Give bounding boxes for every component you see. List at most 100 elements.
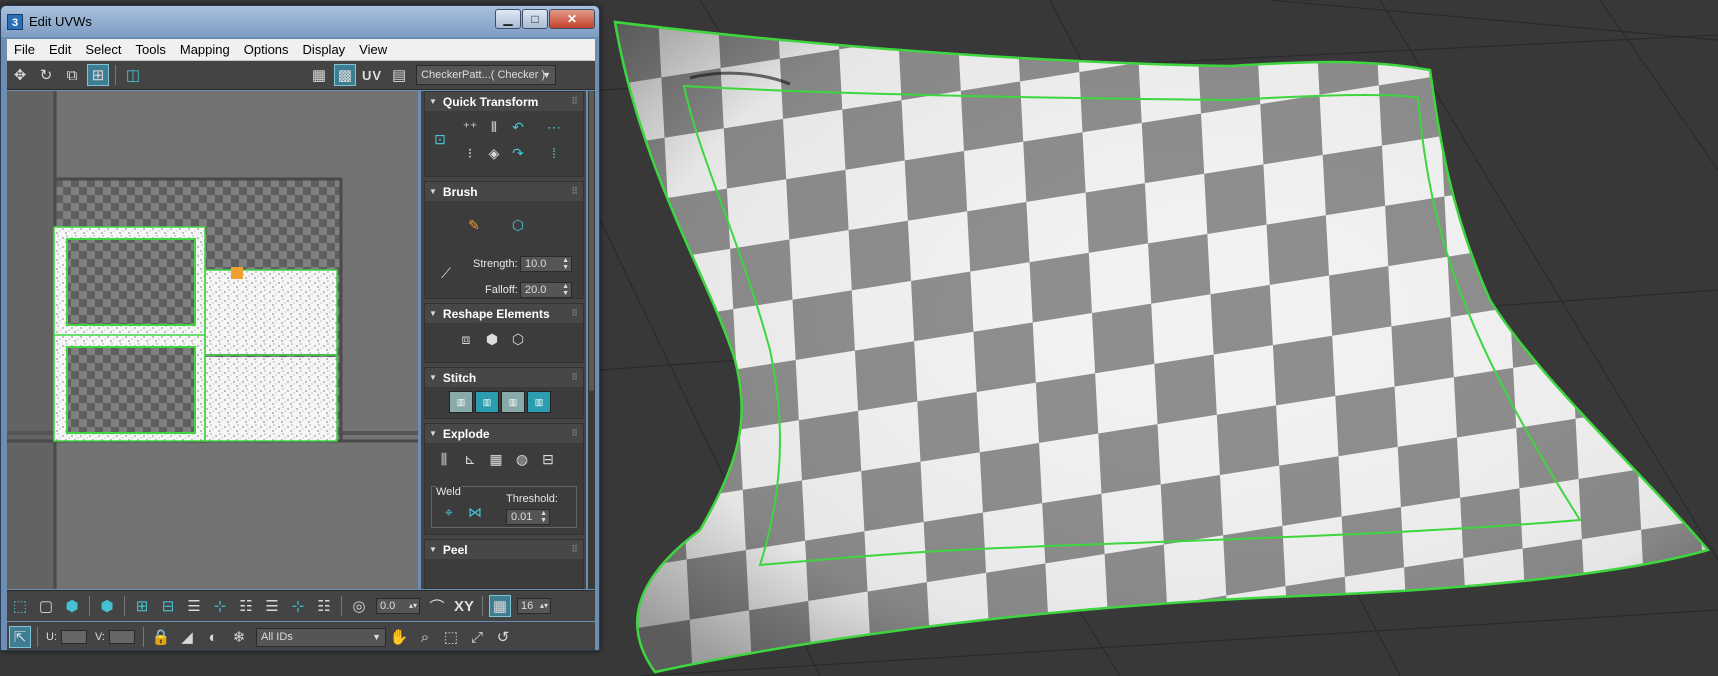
- uv-editor-canvas[interactable]: [7, 91, 418, 589]
- texture-dropdown[interactable]: CheckerPatt...( Checker ) ▼: [416, 65, 557, 85]
- threshold-spinner[interactable]: 0.01 ▲ ▼: [506, 509, 550, 525]
- ring-grow-icon[interactable]: ⊹: [287, 595, 309, 617]
- uv-shell-side-top[interactable]: [205, 270, 337, 354]
- menu-display[interactable]: Display: [296, 42, 353, 57]
- shrink-selection-icon[interactable]: ⊟: [157, 595, 179, 617]
- rotate-cw-icon[interactable]: ↷: [507, 142, 529, 164]
- loop-grow-icon[interactable]: ⊹: [209, 595, 231, 617]
- stitch-to-target-icon[interactable]: ▥: [527, 391, 551, 413]
- grid-value[interactable]: 16 ▴▾: [517, 598, 552, 614]
- undo-icon[interactable]: ↺: [492, 626, 514, 648]
- weld-selected-icon[interactable]: ⋈: [464, 501, 486, 523]
- uv-label[interactable]: UV: [362, 68, 382, 83]
- rollout-header[interactable]: ▼ Reshape Elements ⠿: [425, 304, 583, 323]
- stitch-custom-icon[interactable]: ▥: [449, 391, 473, 413]
- element-mode-icon[interactable]: ⬢: [96, 595, 118, 617]
- paint-move-icon[interactable]: ✎: [463, 214, 485, 236]
- material-id-dropdown[interactable]: All IDs ▼: [256, 627, 386, 647]
- flatten-by-group-icon[interactable]: ▦: [485, 448, 507, 470]
- ring-icon[interactable]: ☰: [261, 595, 283, 617]
- menu-edit[interactable]: Edit: [42, 42, 78, 57]
- panel-scrollbar[interactable]: [588, 91, 595, 589]
- rotate-icon[interactable]: ↻: [35, 64, 57, 86]
- grid-snap-icon[interactable]: ▦: [489, 595, 512, 617]
- break-icon[interactable]: ⫼: [433, 448, 455, 470]
- rollout-title: Quick Transform: [442, 94, 539, 109]
- rollout-header[interactable]: ▼ Stitch ⠿: [425, 368, 583, 387]
- selected-vertex[interactable]: [231, 267, 243, 279]
- flatten-by-smoothing-icon[interactable]: ◍: [511, 448, 533, 470]
- loop-shrink-icon[interactable]: ☷: [235, 595, 257, 617]
- scale-icon[interactable]: ⧉: [61, 64, 83, 86]
- soft-selection-value[interactable]: 0.0 ▴▾: [376, 598, 420, 614]
- strength-spinner[interactable]: 10.0 ▲ ▼: [520, 256, 572, 272]
- rollout-header[interactable]: ▼ Quick Transform ⠿: [425, 92, 583, 111]
- mirror-icon[interactable]: ◫: [122, 64, 144, 86]
- vertex-mode-icon[interactable]: ⬚: [9, 595, 31, 617]
- edge-mode-icon[interactable]: ▢: [35, 595, 57, 617]
- brush-line-icon[interactable]: ⟋: [435, 262, 457, 284]
- flatten-by-material-icon[interactable]: ⊟: [537, 448, 559, 470]
- menu-view[interactable]: View: [352, 42, 394, 57]
- relax-brush-icon[interactable]: ⬡: [507, 214, 529, 236]
- zoom-region-icon[interactable]: ⬚: [440, 626, 462, 648]
- move-icon[interactable]: ✥: [9, 64, 31, 86]
- maximize-button[interactable]: □: [522, 9, 548, 29]
- hide-icon[interactable]: ◢: [176, 626, 198, 648]
- absolute-offset-icon[interactable]: ⇱: [9, 626, 31, 648]
- xy-label[interactable]: XY: [454, 598, 474, 615]
- texture-icon[interactable]: ▤: [388, 64, 410, 86]
- flatten-by-angle-icon[interactable]: ⊾: [459, 448, 481, 470]
- zoom-icon[interactable]: ⌕: [414, 626, 436, 648]
- menu-select[interactable]: Select: [78, 42, 128, 57]
- v-field[interactable]: [109, 630, 135, 644]
- uv-shell-side-bottom[interactable]: [205, 357, 337, 441]
- grow-selection-icon[interactable]: ⊞: [131, 595, 153, 617]
- polygon-mode-icon[interactable]: ⬢: [61, 595, 83, 617]
- rollout-header[interactable]: ▼ Peel ⠿: [425, 540, 583, 559]
- menu-options[interactable]: Options: [237, 42, 296, 57]
- align-to-edge-icon[interactable]: ⁝: [459, 142, 481, 164]
- space-vertical-icon[interactable]: ⦀: [483, 116, 505, 138]
- align-vertical-icon[interactable]: ⋯: [543, 116, 565, 138]
- close-button[interactable]: ✕: [549, 9, 595, 29]
- pillow-mesh[interactable]: [613, 20, 1711, 674]
- align-horizontal-icon[interactable]: ⁺⁺: [459, 116, 481, 138]
- edit-uvws-window[interactable]: 3 Edit UVWs ▁ □ ✕ File Edit Select Tools…: [0, 5, 600, 651]
- scrollbar-thumb[interactable]: [589, 91, 594, 391]
- rollout-header[interactable]: ▼ Explode ⠿: [425, 424, 583, 443]
- align-center-icon[interactable]: ◈: [483, 142, 505, 164]
- menu-file[interactable]: File: [7, 42, 42, 57]
- falloff-curve-icon[interactable]: ⌒: [426, 595, 448, 617]
- rollout-header[interactable]: ▼ Brush ⠿: [425, 182, 583, 201]
- soft-selection-icon[interactable]: ◎: [348, 595, 370, 617]
- soft-selection-text: 0.0: [380, 600, 396, 612]
- u-field[interactable]: [61, 630, 87, 644]
- lock-icon[interactable]: 🔒: [150, 626, 172, 648]
- isolate-icon[interactable]: ◐: [202, 626, 224, 648]
- loop-icon[interactable]: ☰: [183, 595, 205, 617]
- toolbar-divider: [124, 596, 125, 616]
- rotate-ccw-icon[interactable]: ↶: [507, 116, 529, 138]
- relax-icon[interactable]: ⬢: [481, 328, 503, 350]
- pivot-icon[interactable]: ⊡: [429, 128, 451, 150]
- relax-settings-icon[interactable]: ⬡: [507, 328, 529, 350]
- space-horizontal-icon[interactable]: ⁞: [543, 142, 565, 164]
- ring-shrink-icon[interactable]: ☷: [313, 595, 335, 617]
- straighten-icon[interactable]: ⧈: [455, 328, 477, 350]
- target-weld-icon[interactable]: ⌖: [438, 501, 460, 523]
- freeze-icon[interactable]: ❄: [228, 626, 250, 648]
- minimize-button[interactable]: ▁: [495, 9, 521, 29]
- tool-panel: ▼ Quick Transform ⠿ ⊡ ⁺⁺ ⦀ ↶ ⋯ ⁝ ◈ ↷ ⁞ ▼ Br…: [421, 91, 586, 589]
- pan-hand-icon[interactable]: ✋: [388, 626, 410, 648]
- menu-mapping[interactable]: Mapping: [173, 42, 237, 57]
- menu-tools[interactable]: Tools: [129, 42, 173, 57]
- freeform-icon[interactable]: ⊞: [87, 64, 109, 86]
- zoom-extents-icon[interactable]: ⤢: [466, 626, 488, 648]
- toolbar-divider: [115, 65, 116, 85]
- stitch-to-source-icon[interactable]: ▥: [475, 391, 499, 413]
- show-map-icon[interactable]: ▦: [308, 64, 330, 86]
- stitch-average-icon[interactable]: ▥: [501, 391, 525, 413]
- checker-toggle-icon[interactable]: ▩: [334, 64, 356, 86]
- falloff-spinner[interactable]: 20.0 ▲ ▼: [520, 282, 572, 298]
